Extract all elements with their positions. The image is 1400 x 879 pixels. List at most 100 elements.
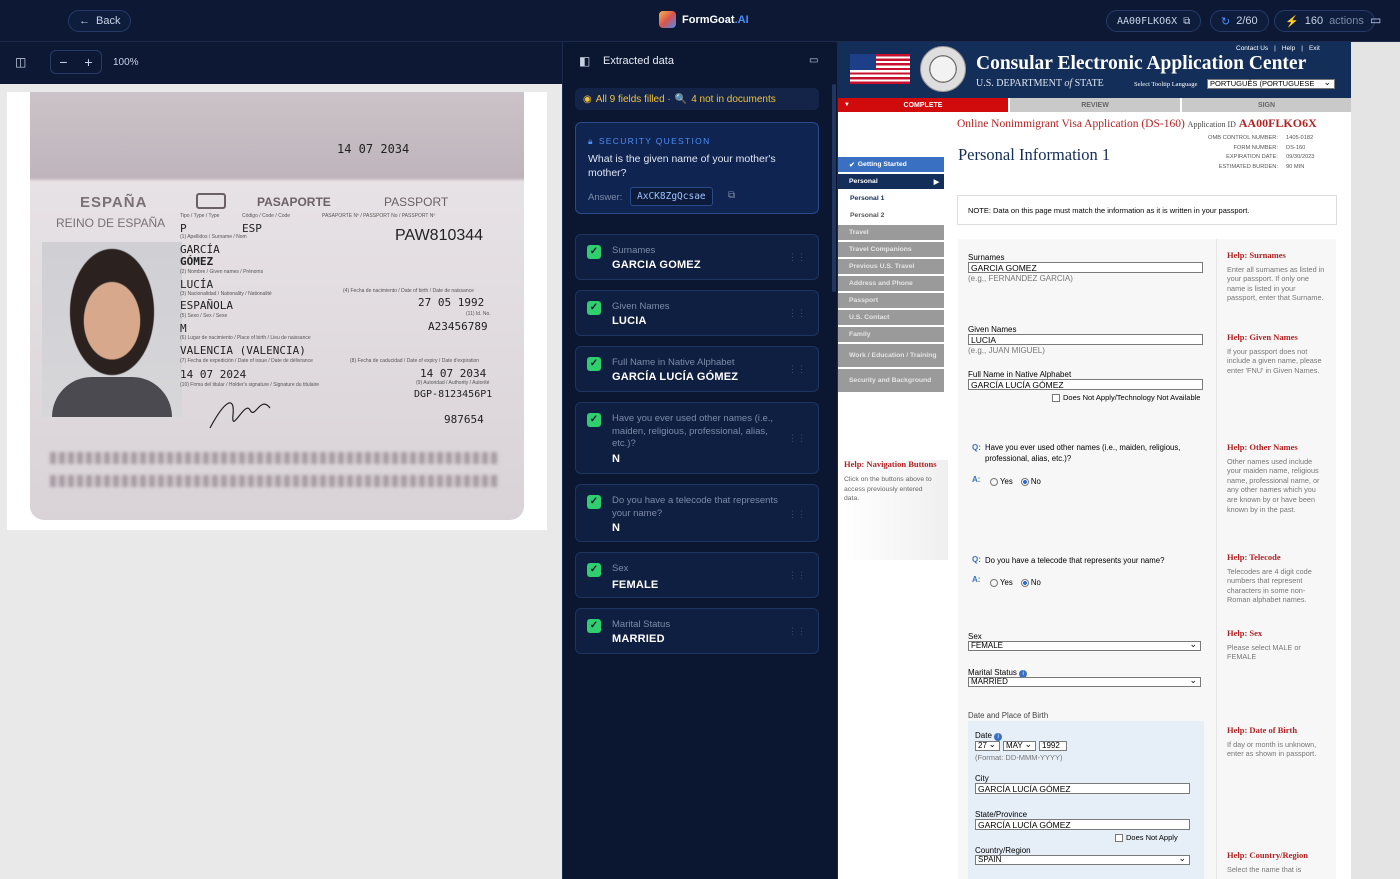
native-name-na-checkbox[interactable]	[1052, 393, 1060, 402]
field-value: MARRIED	[612, 633, 665, 645]
field-value: GARCIA GOMEZ	[612, 259, 701, 271]
sidebar-item-us-contact[interactable]: U.S. Contact	[838, 310, 944, 327]
drag-handle-icon[interactable]: ⋮⋮	[788, 433, 806, 444]
label-sex: (5) Sexo / Sex / Sexe	[180, 313, 228, 319]
checkbox-checked-icon[interactable]: ✓	[587, 357, 601, 371]
us-flag-icon	[850, 54, 910, 84]
given-names-label: Given Names	[968, 325, 1017, 334]
security-answer[interactable]: AxCK8ZgQcsae	[630, 187, 713, 206]
drag-handle-icon[interactable]: ⋮⋮	[788, 252, 806, 263]
ceac-header: Consular Electronic Application Center U…	[838, 42, 1351, 98]
sidebar-item-previous-travel[interactable]: Previous U.S. Travel	[838, 259, 944, 276]
nav-review[interactable]: REVIEW	[1008, 98, 1180, 112]
label-passport-no: PASAPORTE Nº / PASSPORT No / PASSPORT Nº	[322, 213, 436, 219]
nav-sign[interactable]: SIGN	[1180, 98, 1351, 112]
checkbox-checked-icon[interactable]: ✓	[587, 301, 601, 315]
field-card[interactable]: ✓ Have you ever used other names (i.e., …	[575, 402, 819, 474]
field-card[interactable]: ✓ Surnames GARCIA GOMEZ ⋮⋮	[575, 234, 819, 280]
state-input[interactable]: GARCÍA LUCÍA GÓMEZ	[975, 819, 1190, 830]
field-label: Given Names	[612, 301, 670, 312]
application-id-chip[interactable]: AA00FLKO6X ⧉	[1106, 10, 1202, 32]
label-type: Tipo / Type / Type	[180, 213, 220, 219]
field-card[interactable]: ✓ Sex FEMALE ⋮⋮	[575, 552, 819, 598]
help-sex: Help: Sex Please select MALE or FEMALE	[1227, 628, 1301, 662]
copy-icon[interactable]: ⧉	[728, 190, 735, 201]
other-names-yes-radio[interactable]	[990, 477, 998, 486]
sidebar-item-work-education[interactable]: Work / Education / Training	[838, 344, 944, 369]
drag-handle-icon[interactable]: ⋮⋮	[788, 308, 806, 319]
label-code: Código / Code / Code	[242, 213, 291, 219]
terminal-icon[interactable]: ▭	[1370, 13, 1381, 27]
panel-scrollbar[interactable]	[832, 84, 836, 292]
progress-chip[interactable]: ↻ 2/60	[1210, 10, 1269, 32]
dob-day-select[interactable]: 27	[975, 740, 1000, 751]
passport-sex: M	[180, 322, 187, 335]
zoom-out-button[interactable]: −	[59, 54, 67, 70]
field-card[interactable]: ✓ Full Name in Native Alphabet GARCÍA LU…	[575, 346, 819, 392]
checkbox-checked-icon[interactable]: ✓	[587, 495, 601, 509]
contact-us-link[interactable]: Contact Us	[1236, 45, 1268, 52]
tooltip-language-select[interactable]: PORTUGUÊS (PORTUGUESE	[1207, 78, 1335, 89]
dob-year-input[interactable]: 1992	[1039, 741, 1067, 751]
exit-link[interactable]: Exit	[1309, 45, 1320, 52]
surnames-input[interactable]: GARCIA GOMEZ	[968, 262, 1203, 273]
checkbox-checked-icon[interactable]: ✓	[587, 619, 601, 633]
drag-handle-icon[interactable]: ⋮⋮	[788, 509, 806, 520]
help-link[interactable]: Help	[1282, 45, 1295, 52]
actions-count: 160	[1304, 15, 1324, 27]
panel-expand-icon[interactable]: ▭	[809, 55, 818, 66]
actions-chip[interactable]: ⚡ 160 actions	[1274, 10, 1375, 32]
field-card[interactable]: ✓ Marital Status MARRIED ⋮⋮	[575, 608, 819, 654]
checkbox-checked-icon[interactable]: ✓	[587, 413, 601, 427]
marital-status-select[interactable]: MARRIED	[968, 676, 1201, 687]
drag-handle-icon[interactable]: ⋮⋮	[788, 364, 806, 375]
sidebar-item-getting-started[interactable]: ✔ Getting Started	[838, 157, 944, 174]
sidebar-item-travel[interactable]: Travel	[838, 225, 944, 242]
field-value: GARCÍA LUCÍA GÓMEZ	[612, 371, 739, 383]
copy-icon[interactable]: ⧉	[1183, 16, 1190, 27]
check-icon: ✔	[849, 161, 855, 169]
zoom-in-button[interactable]: +	[84, 54, 92, 70]
passport-country: ESPAÑA	[80, 194, 148, 211]
passport-serial: 987654	[444, 413, 484, 426]
given-names-input[interactable]: LUCIA	[968, 334, 1203, 345]
fields-filled-text: All 9 fields filled ·	[595, 93, 671, 105]
drag-handle-icon[interactable]: ⋮⋮	[788, 626, 806, 637]
back-button[interactable]: ← Back	[68, 10, 132, 32]
field-card[interactable]: ✓ Do you have a telecode that represents…	[575, 484, 819, 542]
telecode-yes-radio[interactable]	[990, 578, 998, 587]
passport-id-no: A23456789	[428, 320, 488, 333]
sidebar-item-personal-1[interactable]: Personal 1	[838, 191, 944, 208]
sidebar-item-travel-companions[interactable]: Travel Companions	[838, 242, 944, 259]
arrow-left-icon: ←	[79, 15, 90, 27]
sidebar-item-address-phone[interactable]: Address and Phone	[838, 276, 944, 293]
state-na-checkbox[interactable]	[1115, 833, 1123, 842]
sidebar-item-personal-2[interactable]: Personal 2	[838, 208, 944, 225]
native-name-input[interactable]: GARCÍA LUCÍA GÓMEZ	[968, 379, 1203, 390]
field-card[interactable]: ✓ Given Names LUCIA ⋮⋮	[575, 290, 819, 336]
page-title: Personal Information 1	[958, 145, 1111, 164]
panel-layout-icon[interactable]: ◧	[579, 54, 590, 68]
drag-handle-icon[interactable]: ⋮⋮	[788, 570, 806, 581]
sidebar-toggle-icon[interactable]: ◫	[15, 55, 26, 69]
other-names-no-radio[interactable]	[1020, 477, 1029, 486]
passport-page: 14 07 2034 ESPAÑA REINO DE ESPAÑA PASAPO…	[30, 92, 524, 520]
checkbox-checked-icon[interactable]: ✓	[587, 563, 601, 577]
sex-select[interactable]: FEMALE	[968, 640, 1201, 651]
passport-surname-2: GÓMEZ	[180, 255, 214, 268]
sidebar-item-passport[interactable]: Passport	[838, 293, 944, 310]
country-select[interactable]: SPAIN	[975, 854, 1190, 865]
nav-complete[interactable]: ▼ COMPLETE	[838, 98, 1008, 112]
checkbox-checked-icon[interactable]: ✓	[587, 245, 601, 259]
help-other-names: Help: Other Names Other names used includ…	[1227, 442, 1320, 514]
sidebar-item-family[interactable]: Family	[838, 327, 944, 344]
city-input[interactable]: GARCÍA LUCÍA GÓMEZ	[975, 783, 1190, 794]
dob-month-select[interactable]: MAY	[1003, 740, 1036, 751]
field-label: Do you have a telecode that represents y…	[612, 495, 778, 519]
answer-marker: A:	[972, 575, 981, 584]
sidebar-item-personal[interactable]: Personal ▶	[838, 174, 944, 191]
form-sidebar: ✔ Getting Started Personal ▶ Personal 1 Pe…	[838, 157, 944, 394]
sidebar-item-security[interactable]: Security and Background	[838, 369, 944, 394]
brand-logo: FormGoat.AI	[659, 11, 749, 28]
telecode-no-radio[interactable]	[1020, 578, 1029, 587]
